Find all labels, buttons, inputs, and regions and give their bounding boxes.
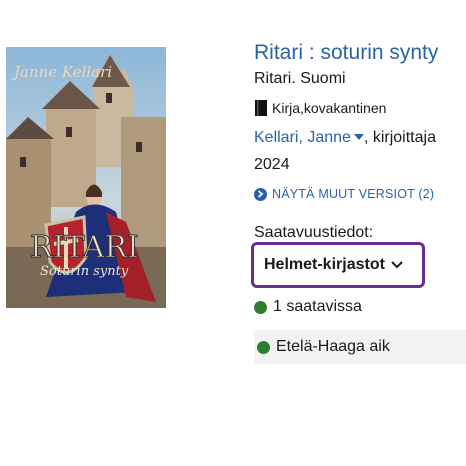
book-series: Ritari. Suomi — [254, 70, 346, 87]
branch-name: Etelä-Haaga aik — [276, 338, 390, 355]
branch-list-item[interactable]: Etelä-Haaga aik — [254, 330, 466, 364]
book-author-row: Kellari, Janne , kirjoittaja — [254, 129, 436, 147]
availability-status: 1 saatavissa — [254, 294, 362, 320]
show-other-versions-label: NÄYTÄ MUUT VERSIOT (2) — [272, 187, 435, 201]
author-link[interactable]: Kellari, Janne — [254, 129, 351, 146]
chevron-down-icon — [391, 261, 403, 269]
available-status-icon — [254, 300, 267, 314]
caret-down-icon[interactable] — [353, 134, 364, 141]
book-icon — [255, 100, 267, 116]
cover-title-text: RITARI — [30, 230, 139, 265]
publication-year: 2024 — [254, 156, 290, 173]
show-other-versions-button[interactable]: NÄYTÄ MUUT VERSIOT (2) — [254, 187, 434, 201]
cover-subtitle-text: Soturin synty — [40, 264, 129, 279]
branch-status-icon — [257, 340, 270, 354]
book-title-link[interactable]: Ritari : soturin synty — [254, 41, 438, 65]
book-format-label: Kirja,kovakantinen — [272, 100, 387, 116]
available-count: 1 saatavissa — [273, 298, 362, 315]
availability-heading: Saatavuustiedot: — [254, 224, 374, 241]
author-role: , kirjoittaja — [363, 129, 436, 146]
book-cover-image[interactable]: Janne Kellari RITARI Soturin synty — [6, 47, 166, 308]
chevron-right-circle-icon — [254, 187, 267, 201]
book-format: Kirja,kovakantinen — [254, 99, 386, 117]
library-select-value: Helmet-kirjastot — [264, 256, 385, 273]
library-select-dropdown[interactable]: Helmet-kirjastot — [251, 242, 425, 288]
book-cover-art: Janne Kellari RITARI Soturin synty — [6, 47, 166, 308]
cover-author-text: Janne Kellari — [11, 63, 112, 81]
